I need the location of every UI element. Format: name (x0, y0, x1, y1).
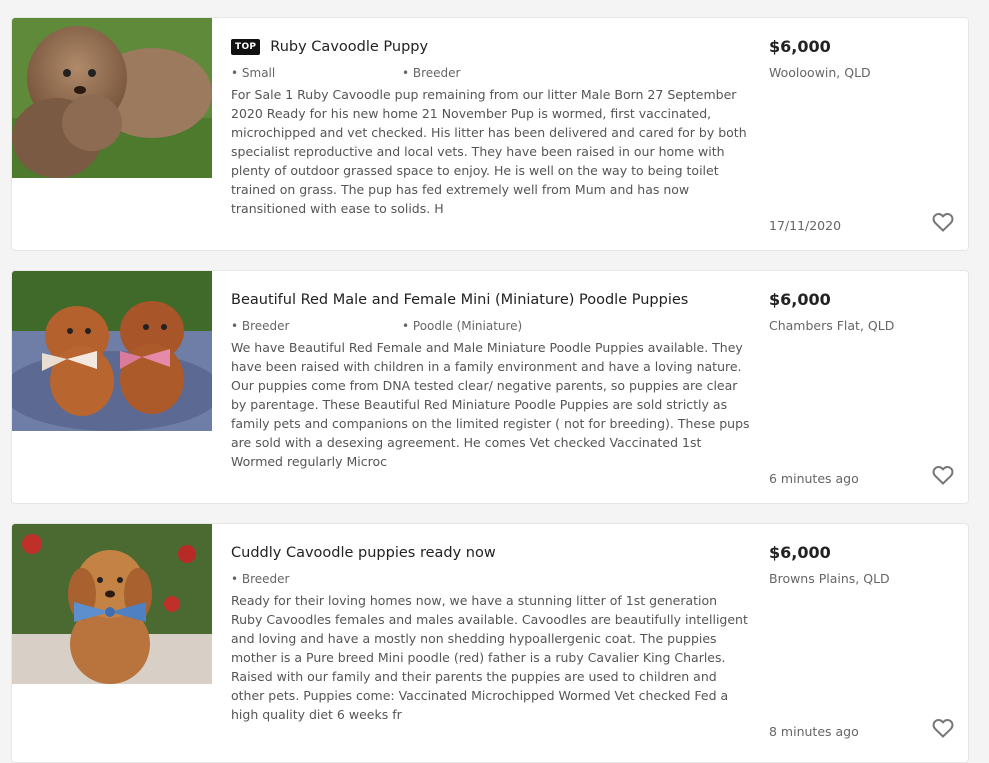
listing-description: Ready for their loving homes now, we hav… (231, 593, 748, 722)
attribute-size: • Small (231, 66, 276, 80)
attribute-breed: • Poodle (Miniature) (402, 319, 523, 333)
listing-card[interactable]: Cuddly Cavoodle puppies ready now • Bree… (11, 523, 969, 763)
listing-price: $6,000 (769, 290, 831, 309)
top-badge: TOP (231, 39, 261, 55)
listing-date: 6 minutes ago (769, 471, 859, 486)
heart-icon[interactable] (931, 210, 955, 234)
attribute-seller-type: • Breeder (231, 572, 290, 586)
attribute-seller-type: • Breeder (231, 319, 290, 333)
listing-date: 8 minutes ago (769, 724, 859, 739)
listing-card[interactable]: Beautiful Red Male and Female Mini (Mini… (11, 270, 969, 504)
heart-icon[interactable] (931, 716, 955, 740)
listing-price: $6,000 (769, 543, 831, 562)
listing-price: $6,000 (769, 37, 831, 56)
attribute-seller-type: • Breeder (402, 66, 461, 80)
listing-description: We have Beautiful Red Female and Male Mi… (231, 340, 750, 469)
listing-image[interactable] (12, 18, 212, 178)
listing-description: For Sale 1 Ruby Cavoodle pup remaining f… (231, 87, 747, 216)
listing-location: Browns Plains, QLD (769, 571, 890, 586)
listing-image[interactable] (12, 271, 212, 431)
listing-location: Wooloowin, QLD (769, 65, 871, 80)
listing-title[interactable]: Cuddly Cavoodle puppies ready now (231, 545, 496, 561)
listing-title[interactable]: Beautiful Red Male and Female Mini (Mini… (231, 292, 688, 308)
listing-image[interactable] (12, 524, 212, 684)
listing-date: 17/11/2020 (769, 218, 842, 233)
listing-location: Chambers Flat, QLD (769, 318, 895, 333)
listing-results: TOP Ruby Cavoodle Puppy • Small • Breede… (0, 0, 989, 763)
listing-title[interactable]: Ruby Cavoodle Puppy (270, 39, 428, 55)
heart-icon[interactable] (931, 463, 955, 487)
listing-card[interactable]: TOP Ruby Cavoodle Puppy • Small • Breede… (11, 17, 969, 251)
